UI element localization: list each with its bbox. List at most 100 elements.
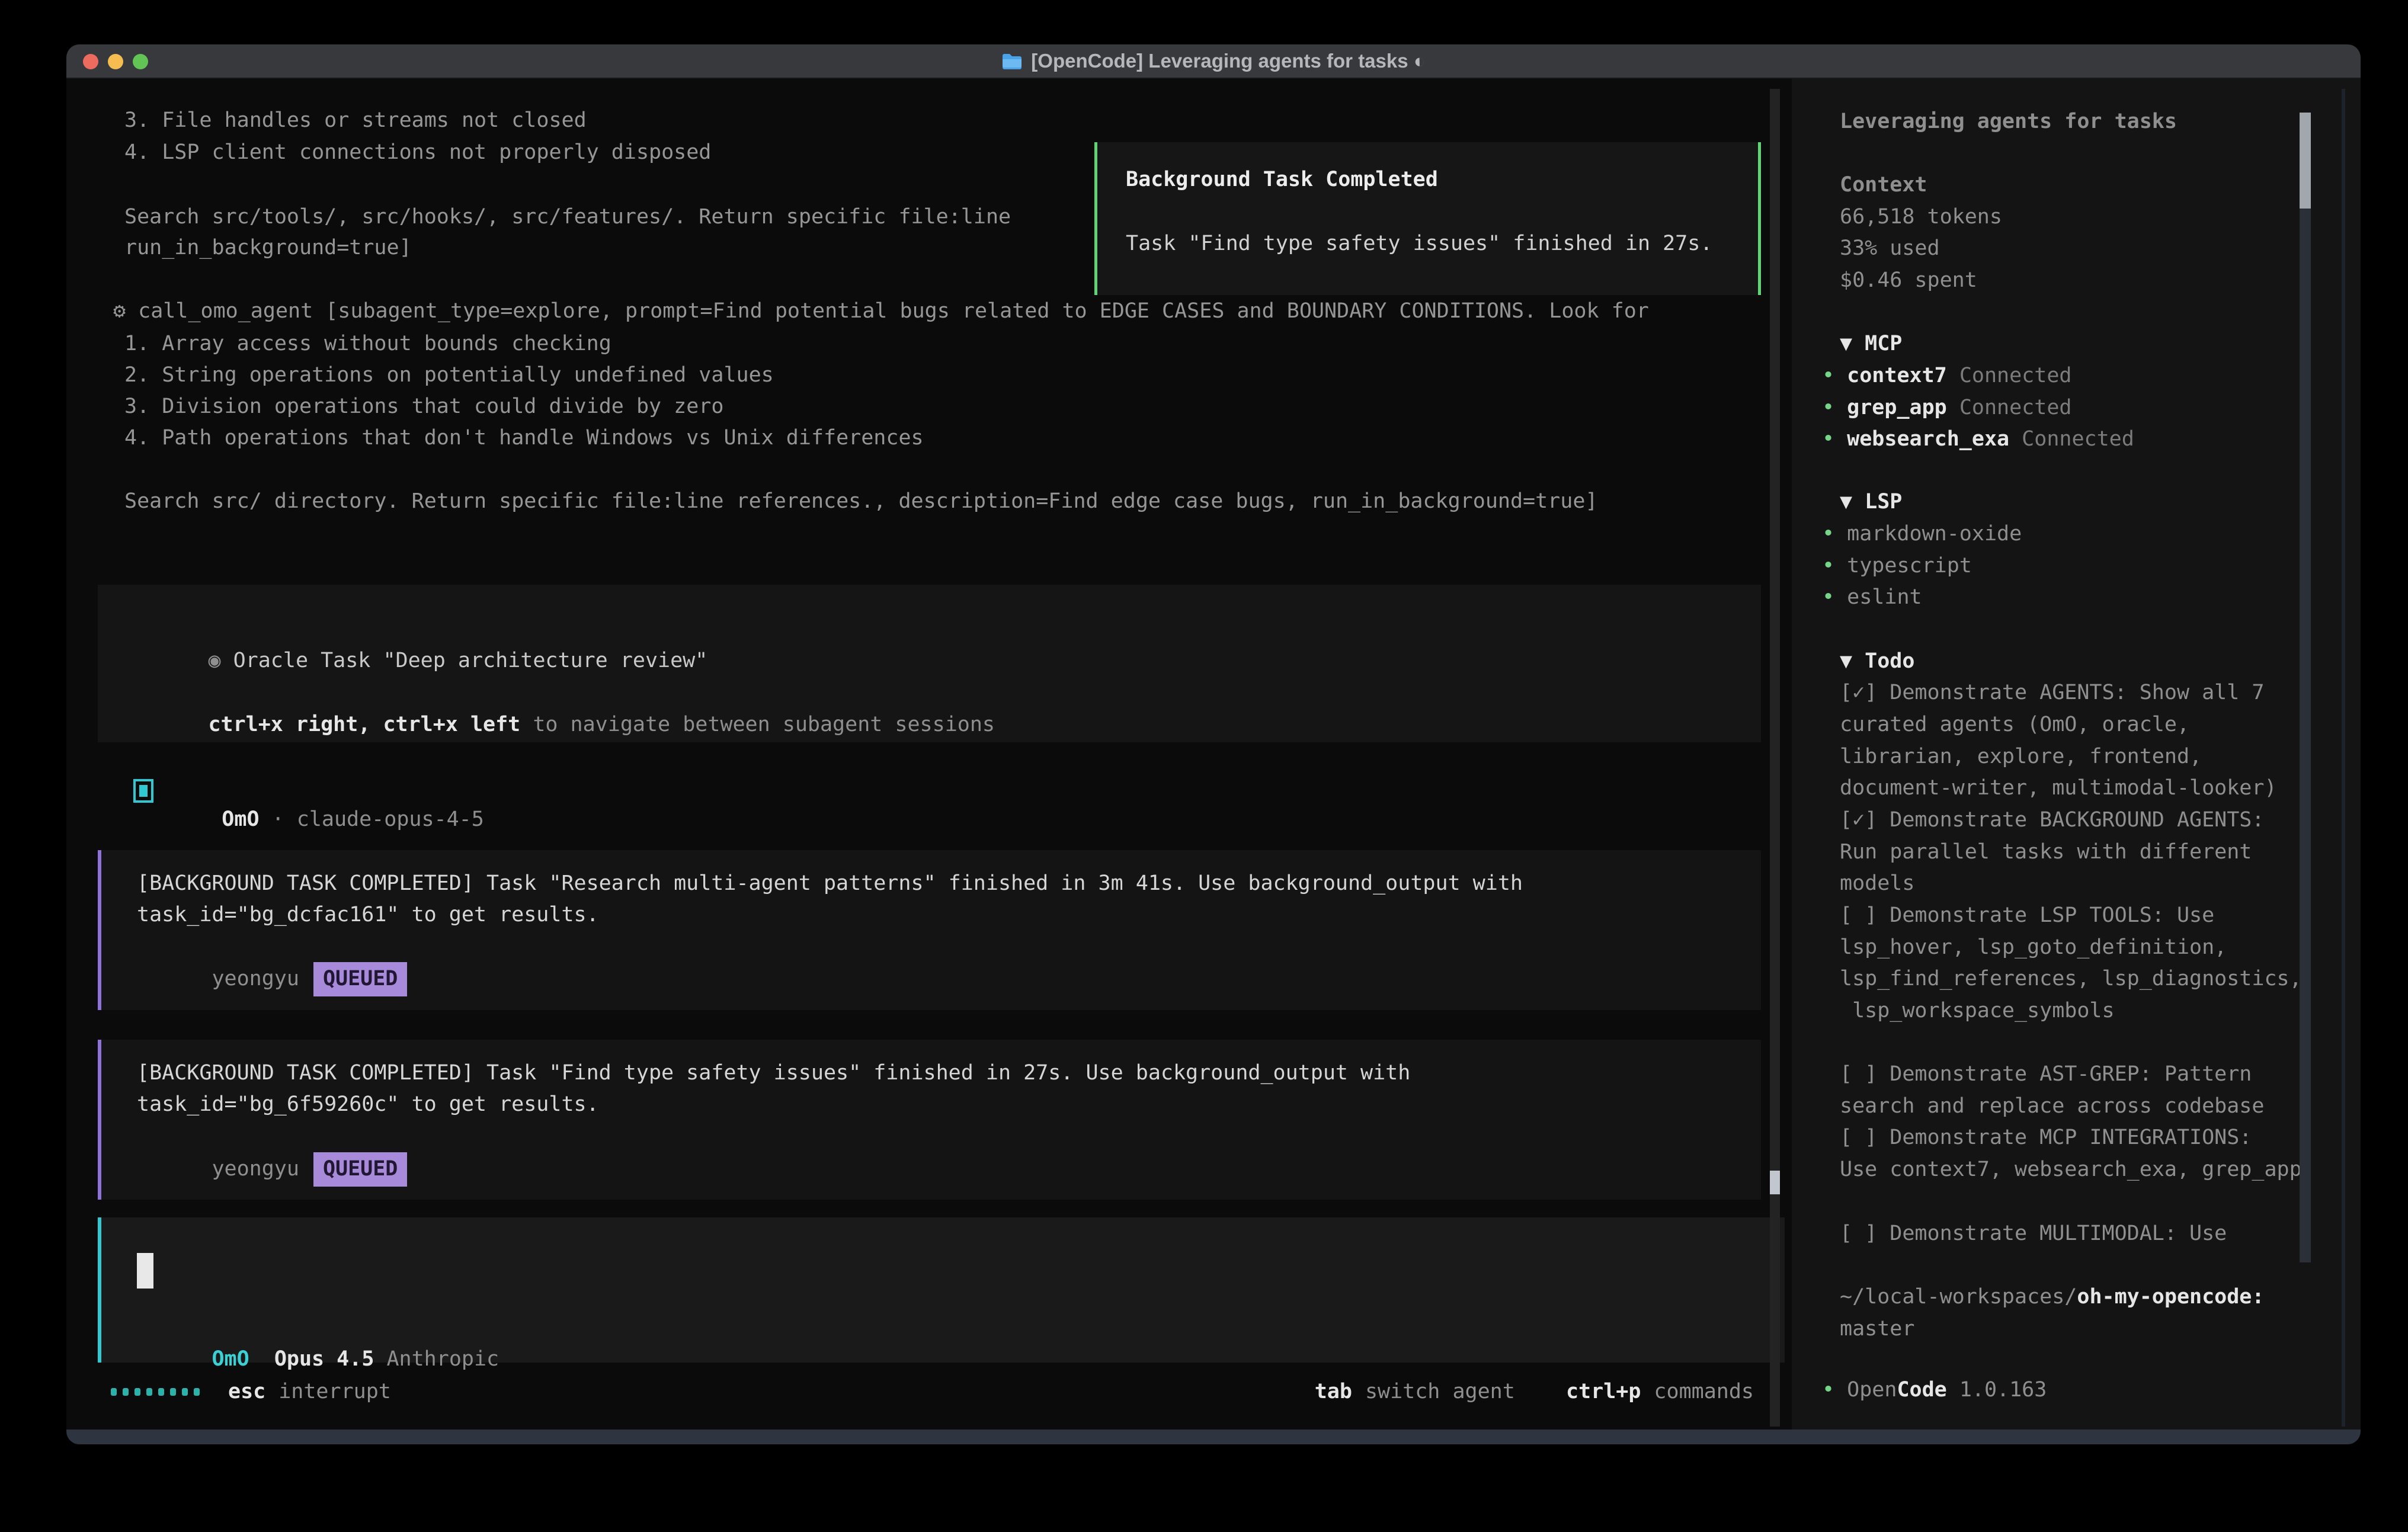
chevron-down-icon: ▼ — [1840, 649, 1852, 673]
lsp-section-header[interactable]: ▼ LSP — [1840, 486, 1902, 518]
scrollback-line: 3. File handles or streams not closed — [124, 104, 587, 136]
todo-section-header[interactable]: ▼ Todo — [1840, 645, 1914, 677]
lsp-heading: LSP — [1865, 490, 1902, 514]
session-title: Leveraging agents for tasks — [1840, 105, 2177, 137]
spinner-dots — [111, 1388, 200, 1396]
bg-task-card: [BACKGROUND TASK COMPLETED] Task "Find t… — [98, 1040, 1761, 1200]
bullet-icon: • — [1822, 427, 1834, 451]
esc-label: interrupt — [278, 1380, 391, 1403]
zoom-button[interactable] — [133, 54, 148, 69]
composer-provider: Anthropic — [386, 1347, 499, 1371]
chevron-down-icon: ▼ — [1840, 490, 1852, 514]
window-footer-strip — [66, 1430, 2361, 1444]
chevron-down-icon: ▼ — [1840, 332, 1852, 355]
tool-call-line: Search src/ directory. Return specific f… — [124, 485, 1597, 517]
minimize-button[interactable] — [108, 54, 123, 69]
bg-task-line1: [BACKGROUND TASK COMPLETED] Task "Resear… — [137, 867, 1523, 899]
sidebar-scrollbar-thumb[interactable] — [2300, 113, 2311, 209]
lsp-name: eslint — [1847, 585, 1922, 609]
main-scrollbar-track[interactable] — [1770, 89, 1780, 1427]
context-used: 33% used — [1840, 232, 1940, 264]
shortcut-hint: to navigate between subagent sessions — [533, 713, 995, 736]
tool-call-line: 1. Array access without bounds checking — [124, 328, 611, 360]
bg-task-line2: task_id="bg_dcfac161" to get results. — [137, 899, 599, 931]
esc-key: esc — [228, 1380, 265, 1403]
scrollback-line: run_in_background=true] — [124, 232, 412, 264]
lsp-name: markdown-oxide — [1847, 522, 2022, 546]
status-bar: escinterrupt tabswitch agent ctrl+pcomma… — [66, 1374, 1792, 1409]
oracle-task-title: Oracle Task "Deep architecture review" — [233, 649, 708, 672]
todo-line: [ ] Demonstrate MCP INTEGRATIONS: — [1840, 1121, 2252, 1153]
oracle-task-panel: ◉ Oracle Task "Deep architecture review"… — [98, 585, 1761, 742]
brand-code: Code — [1897, 1378, 1946, 1402]
context-tokens: 66,518 tokens — [1840, 201, 2002, 233]
todo-line: [✓] Demonstrate AGENTS: Show all 7 — [1840, 677, 2264, 709]
mcp-item: • grep_app Connected — [1822, 392, 2071, 424]
mcp-item: • websearch_exa Connected — [1822, 423, 2134, 455]
bg-task-user: yeongyu — [212, 1157, 299, 1181]
titlebar: [OpenCode] Leveraging agents for tasks ◐ — [66, 44, 2361, 79]
composer-model[interactable]: Opus 4.5 — [274, 1347, 374, 1371]
version-number: 1.0.163 — [1959, 1378, 2047, 1402]
sidebar-scrollbar-track[interactable] — [2300, 123, 2311, 1262]
mcp-item: • context7 Connected — [1822, 360, 2071, 392]
todo-line: Use context7, websearch_exa, grep_app — [1840, 1153, 2302, 1185]
todo-line-active: lsp_hover, lsp_goto_definition, — [1840, 931, 2227, 963]
todo-line: search and replace across codebase — [1840, 1090, 2264, 1122]
mcp-name: context7 — [1847, 364, 1947, 387]
scrollback-line: Search src/tools/, src/hooks/, src/featu… — [124, 201, 1011, 233]
mcp-status: Connected — [2022, 427, 2134, 451]
agent-name: OmO — [222, 807, 259, 831]
fisheye-icon: ◉ — [208, 649, 220, 672]
lsp-item: • typescript — [1822, 550, 1972, 582]
tool-call-line: ⚙ call_omo_agent [subagent_type=explore,… — [113, 295, 1649, 327]
bullet-icon: • — [1822, 585, 1834, 609]
tab-key: tab — [1315, 1380, 1352, 1403]
lsp-item: • markdown-oxide — [1822, 518, 2022, 550]
context-heading: Context — [1840, 169, 1927, 201]
tool-call-text: call_omo_agent [subagent_type=explore, p… — [138, 299, 1649, 323]
brand-open: Open — [1847, 1378, 1897, 1402]
todo-heading: Todo — [1865, 649, 1914, 673]
version-line: • OpenCode 1.0.163 — [1822, 1374, 2047, 1406]
todo-line: [ ] Demonstrate MULTIMODAL: Use — [1840, 1217, 2227, 1249]
todo-line: librarian, explore, frontend, — [1840, 741, 2202, 773]
shortcut-key: ctrl+x right, — [208, 713, 370, 736]
toast-title: Background Task Completed — [1126, 168, 1438, 191]
todo-line-active: lsp_find_references, lsp_diagnostics, — [1840, 963, 2302, 995]
bg-task-line1: [BACKGROUND TASK COMPLETED] Task "Find t… — [137, 1057, 1410, 1089]
workspace-branch: master — [1840, 1313, 1914, 1345]
ctrlp-key: ctrl+p — [1566, 1380, 1641, 1403]
bg-task-card: [BACKGROUND TASK COMPLETED] Task "Resear… — [98, 850, 1761, 1010]
background-task-toast: Background Task Completed Task "Find typ… — [1094, 142, 1761, 295]
folder-icon — [1001, 52, 1023, 70]
todo-line-active: lsp_workspace_symbols — [1840, 995, 2115, 1027]
todo-line: Run parallel tasks with different — [1840, 836, 2252, 868]
mcp-name: grep_app — [1847, 396, 1947, 419]
scrollback-line: 4. LSP client connections not properly d… — [124, 136, 711, 168]
todo-line: [ ] Demonstrate AST-GREP: Pattern — [1840, 1058, 2252, 1090]
separator: · — [272, 807, 284, 831]
mcp-section-header[interactable]: ▼ MCP — [1840, 328, 1902, 360]
mcp-heading: MCP — [1865, 332, 1902, 355]
tool-call-line: 2. String operations on potentially unde… — [124, 359, 774, 391]
main-scrollbar-thumb[interactable] — [1770, 1171, 1780, 1194]
close-button[interactable] — [83, 54, 98, 69]
prompt-input[interactable]: OmO Opus 4.5 Anthropic — [98, 1217, 1785, 1363]
lsp-name: typescript — [1847, 554, 1972, 578]
sidebar-right-edge — [2342, 89, 2345, 1427]
composer-agent[interactable]: OmO — [212, 1347, 249, 1371]
todo-line-active: [ ] Demonstrate LSP TOOLS: Use — [1840, 899, 2214, 931]
bullet-icon: • — [1822, 522, 1834, 546]
tool-call-line: 4. Path operations that don't handle Win… — [124, 422, 924, 454]
workspace-prefix: ~/local-workspaces/ — [1840, 1285, 2077, 1309]
tab-label: switch agent — [1365, 1380, 1515, 1403]
mcp-status: Connected — [1959, 364, 2072, 387]
text-cursor — [137, 1253, 153, 1289]
status-badge: QUEUED — [313, 1152, 407, 1187]
terminal-window: [OpenCode] Leveraging agents for tasks ◐… — [66, 44, 2361, 1444]
window-title: [OpenCode] Leveraging agents for tasks ◐ — [1031, 50, 1425, 72]
todo-line: document-writer, multimodal-looker) — [1840, 772, 2277, 804]
bullet-icon: • — [1822, 1378, 1834, 1402]
todo-line: [✓] Demonstrate BACKGROUND AGENTS: — [1840, 804, 2264, 836]
